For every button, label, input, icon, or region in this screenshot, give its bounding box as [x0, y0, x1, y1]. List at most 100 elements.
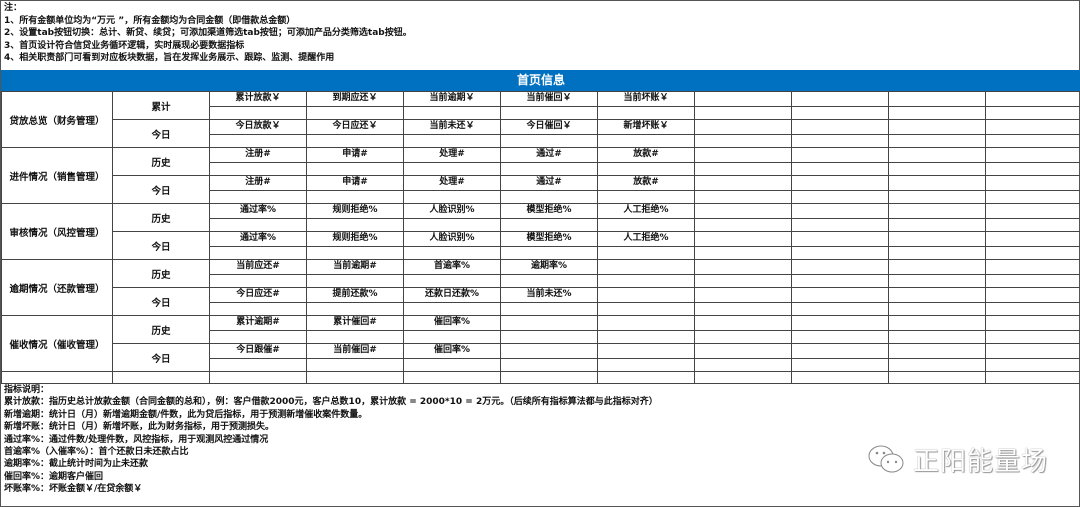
metric-value-cell — [888, 330, 986, 344]
metric-value-cell — [791, 134, 889, 148]
empty-cell — [694, 203, 792, 219]
empty-cell — [791, 175, 889, 191]
table-row: 今日 今日放款￥ 今日应还￥ 当前未还￥ 今日催回￥ 新增坏账￥ — [2, 119, 1080, 148]
metric-value-cell — [791, 218, 889, 232]
empty-cell — [791, 231, 889, 247]
empty-cell — [791, 287, 889, 303]
metric-label: 放款# — [597, 147, 695, 163]
metric-value-cell — [597, 106, 695, 120]
empty-cell — [597, 371, 695, 384]
metric-label: 通过# — [500, 175, 598, 191]
metric-value-cell — [597, 358, 695, 372]
table-row: 今日 通过率% 规则拒绝% 人脸识别% 模型拒绝% 人工拒绝% — [2, 231, 1080, 260]
metric-value-cell — [985, 330, 1080, 344]
metric-label: 申请# — [306, 147, 404, 163]
metric-value-cell — [209, 162, 307, 176]
empty-cell — [985, 287, 1080, 303]
watermark-text: 正阳能量场 — [913, 447, 1049, 477]
table-row: 催收情况（催收管理） 历史 累计逾期# 累计催回# 催回率% — [1, 315, 1080, 372]
empty-cell — [985, 315, 1080, 331]
metric-value-cell — [985, 162, 1080, 176]
empty-cell — [1, 371, 113, 384]
metric-label: 人脸识别% — [403, 231, 501, 247]
metric-value-cell — [403, 106, 501, 120]
table-row: 贷放总览（财务管理） 累计 累计放款￥ 到期应还￥ 当前逾期￥ 当前催回￥ 当前坏账￥ — [1, 91, 1080, 148]
metric-value-cell — [694, 246, 792, 260]
metric-value-cell — [985, 218, 1080, 232]
empty-cell — [985, 371, 1080, 384]
metric-value-cell — [791, 190, 889, 204]
metric-value-cell — [403, 246, 501, 260]
empty-cell — [985, 259, 1080, 275]
metric-value-cell — [791, 162, 889, 176]
empty-cell — [694, 119, 792, 135]
table-row — [1, 371, 1080, 384]
metric-value-cell — [888, 190, 986, 204]
metric-label: 规则拒绝% — [306, 203, 404, 219]
empty-cell — [694, 371, 792, 384]
metric-value-cell — [888, 106, 986, 120]
table-row: 审核情况（风控管理） 历史 通过率% 规则拒绝% 人脸识别% 模型拒绝% 人工拒绝% — [1, 203, 1080, 260]
metric-value-cell — [306, 358, 404, 372]
empty-cell — [597, 343, 695, 359]
table-row: 今日 注册# 申请# 处理# 通过# 放款# — [2, 175, 1080, 204]
empty-cell — [791, 315, 889, 331]
empty-cell — [597, 287, 695, 303]
empty-cell — [694, 287, 792, 303]
section-label: 逾期情况（还款管理） — [1, 259, 113, 316]
metric-value-cell — [694, 134, 792, 148]
empty-cell — [888, 343, 986, 359]
empty-cell — [888, 231, 986, 247]
metric-value-cell — [209, 190, 307, 204]
metric-label: 通过率% — [209, 203, 307, 219]
empty-cell — [985, 91, 1080, 107]
section-label: 催收情况（催收管理） — [1, 315, 113, 372]
metric-label: 模型拒绝% — [500, 203, 598, 219]
metric-value-cell — [500, 106, 598, 120]
section-label: 审核情况（风控管理） — [1, 203, 113, 260]
metric-value-cell — [500, 162, 598, 176]
metric-label: 规则拒绝% — [306, 231, 404, 247]
period-label: 今日 — [112, 343, 210, 372]
metric-label: 当前坏账￥ — [597, 91, 695, 107]
metric-value-cell — [306, 218, 404, 232]
metric-value-cell — [888, 134, 986, 148]
note-line: 3、首页设计符合信贷业务循环逻辑，实时展现必要数据指标 — [4, 40, 245, 51]
metric-value-cell — [985, 106, 1080, 120]
metric-label: 当前未还% — [500, 287, 598, 303]
metric-value-cell — [403, 302, 501, 316]
metric-value-cell — [597, 330, 695, 344]
empty-cell — [985, 231, 1080, 247]
metric-value-cell — [791, 302, 889, 316]
metric-value-cell — [306, 106, 404, 120]
metric-value-cell — [694, 274, 792, 288]
metric-value-cell — [791, 358, 889, 372]
empty-cell — [694, 175, 792, 191]
note-line: 新增坏账：统计日（月）新增坏账，此为财务指标，用于预测损失。 — [4, 422, 275, 433]
metric-value-cell — [597, 218, 695, 232]
metric-value-cell — [791, 274, 889, 288]
note-line: 新增逾期：统计日（月）新增逾期金额/件数，此为贷后指标，用于预测新增催收案件数量… — [4, 409, 368, 420]
empty-cell — [985, 343, 1080, 359]
metric-label: 通过率% — [209, 231, 307, 247]
period-label: 历史 — [112, 147, 210, 176]
metric-value-cell — [597, 274, 695, 288]
empty-cell — [694, 231, 792, 247]
metric-label: 人脸识别% — [403, 203, 501, 219]
metric-value-cell — [306, 246, 404, 260]
metric-label: 模型拒绝% — [500, 231, 598, 247]
metric-value-cell — [209, 302, 307, 316]
empty-cell — [791, 91, 889, 107]
empty-cell — [791, 371, 889, 384]
metric-value-cell — [500, 330, 598, 344]
metric-value-cell — [500, 246, 598, 260]
metric-value-cell — [985, 274, 1080, 288]
metric-value-cell — [985, 190, 1080, 204]
metric-value-cell — [500, 218, 598, 232]
metric-value-cell — [694, 106, 792, 120]
metric-value-cell — [209, 274, 307, 288]
metric-value-cell — [791, 246, 889, 260]
metric-value-cell — [500, 190, 598, 204]
metric-value-cell — [209, 246, 307, 260]
metric-value-cell — [209, 106, 307, 120]
